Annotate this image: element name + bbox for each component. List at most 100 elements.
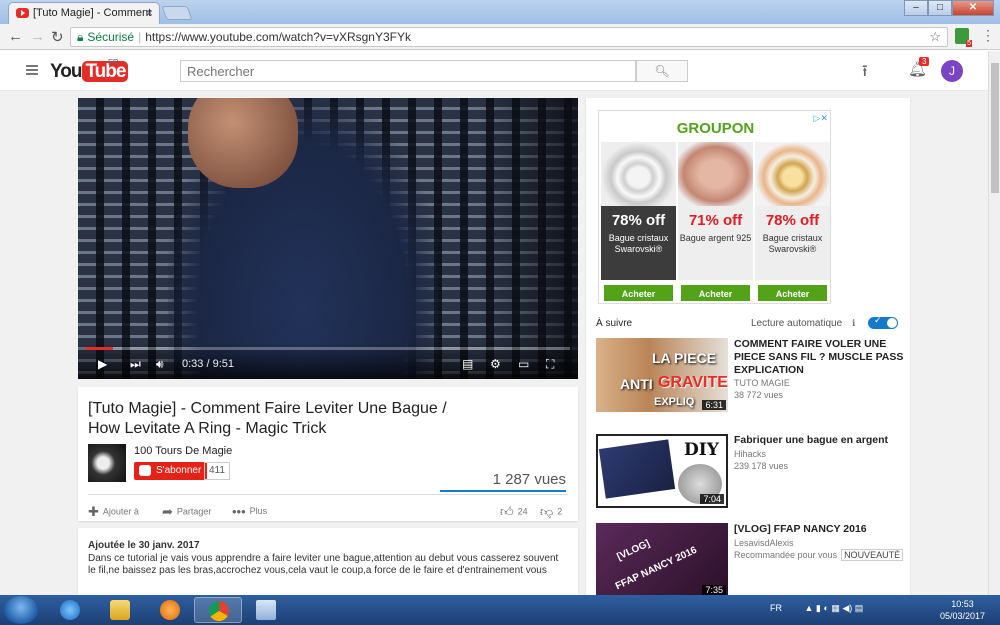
channel-avatar[interactable] (88, 444, 126, 482)
thumbs-down-icon: 👎︎ (540, 504, 554, 519)
theater-mode-icon[interactable]: ▭ (518, 357, 529, 371)
tab-title: [Tuto Magie] - Comment (33, 7, 152, 19)
region-code: FR (108, 58, 119, 67)
tab-close-icon[interactable]: × (146, 6, 153, 20)
ad-product[interactable]: 71% off Bague argent 925 Acheter (678, 142, 753, 302)
start-button[interactable] (4, 596, 38, 624)
video-thumbnail[interactable]: DIY 7:04 (596, 434, 728, 508)
back-arrow-icon[interactable]: ← (8, 28, 23, 45)
ad-product-name: Bague cristaux Swarovski® (608, 233, 669, 254)
dislike-button[interactable]: 👎︎ 2 (540, 504, 562, 520)
bookmark-star-icon[interactable]: ☆ (929, 28, 941, 46)
browser-tab[interactable]: [Tuto Magie] - Comment × (8, 2, 160, 24)
progress-fill (86, 347, 114, 350)
taskbar-window[interactable] (242, 597, 290, 623)
ad-product-name: Bague cristaux Swarovski® (762, 233, 823, 254)
media-player-icon (160, 600, 180, 620)
info-icon[interactable]: ℹ (852, 318, 855, 329)
system-clock[interactable]: 10:53 05/03/2017 (940, 598, 985, 622)
windows-taskbar: FR ▲ ▮ ◐ ▦ ◀) ▤ 10:53 05/03/2017 (0, 595, 1000, 625)
related-video[interactable]: DIY 7:04 Fabriquer une bague en argent H… (596, 434, 906, 510)
check-icon: ✓ (874, 315, 882, 325)
thumbs-up-icon: 👍︎ (500, 504, 514, 519)
youtube-page: You Tube FR Rechercher 🔍︎ ⭱ 🔔︎ 3 J ▶ ⏭︎ 🔊… (0, 51, 988, 595)
autoplay-toggle[interactable]: ✓ (868, 315, 898, 329)
related-video[interactable]: [VLOG] FFAP NANCY 2016 7:35 [VLOG] FFAP … (596, 523, 906, 595)
youtube-logo[interactable]: You Tube FR (50, 58, 129, 83)
up-next-heading: À suivre (596, 318, 633, 329)
subscribe-button[interactable]: S'abonner (134, 462, 208, 480)
buy-button[interactable]: Acheter (680, 284, 751, 302)
description-text: Dans ce tutorial je vais vous apprendre … (88, 553, 559, 576)
ad-product-name: Bague argent 925 (679, 233, 752, 243)
window-close-button[interactable]: ✕ (952, 0, 994, 16)
new-badge: NOUVEAUTÉ (841, 549, 904, 561)
settings-gear-icon[interactable]: ⚙ (490, 357, 501, 371)
more-button[interactable]: ••• Plus (232, 504, 267, 519)
video-title: [Tuto Magie] - Comment Faire Leviter Une… (88, 400, 447, 437)
video-info-card: [Tuto Magie] - Comment Faire Leviter Une… (78, 387, 578, 521)
share-button[interactable]: ➦ Partager (162, 504, 211, 520)
extension-icon[interactable] (955, 28, 973, 47)
ad-discount: 78% off (765, 212, 820, 229)
ad-product[interactable]: 78% off Bague cristaux Swarovski® Achete… (601, 142, 676, 302)
search-button[interactable]: 🔍︎ (636, 60, 688, 82)
folder-icon (110, 600, 130, 620)
reload-icon[interactable]: ↻ (51, 28, 64, 46)
new-tab-button[interactable] (161, 6, 193, 20)
upload-icon[interactable]: ⭱ (862, 60, 868, 87)
related-title[interactable]: [VLOG] FFAP NANCY 2016 (734, 523, 904, 536)
clock-time: 10:53 (951, 599, 974, 609)
view-count: 1 287 vues (492, 471, 566, 488)
ring-image (755, 142, 830, 206)
maximize-button[interactable]: □ (928, 0, 952, 16)
subtitles-icon[interactable]: ▤ (462, 357, 473, 371)
avatar[interactable]: J (941, 60, 963, 82)
video-thumbnail[interactable]: [VLOG] FFAP NANCY 2016 7:35 (596, 523, 728, 595)
plus-icon: ✚ (88, 504, 99, 519)
related-title[interactable]: Fabriquer une bague en argent (734, 434, 904, 447)
page-scrollbar[interactable] (988, 51, 1000, 595)
ad-discount: 71% off (688, 212, 743, 229)
search-input[interactable]: Rechercher (180, 60, 636, 82)
video-player[interactable]: ▶ ⏭︎ 🔊︎ 0:33 / 9:51 ▤ ⚙ ▭ ⛶ (78, 98, 578, 379)
publish-date: Ajoutée le 30 janv. 2017 (88, 540, 200, 551)
window-icon (256, 600, 276, 620)
taskbar-chrome[interactable] (194, 597, 242, 623)
related-video[interactable]: LA PIECE ANTI GRAVITE EXPLIQ 6:31 COMMEN… (596, 338, 906, 414)
buy-button[interactable]: Acheter (603, 284, 674, 302)
forward-arrow-icon[interactable]: → (30, 28, 45, 45)
search-icon: 🔍︎ (654, 64, 670, 78)
taskbar-explorer[interactable] (96, 597, 144, 623)
progress-bar[interactable] (86, 347, 570, 350)
like-button[interactable]: 👍︎ 24 (500, 504, 528, 520)
channel-name[interactable]: 100 Tours De Magie (134, 445, 232, 457)
play-icon[interactable]: ▶ (98, 357, 107, 371)
address-bar[interactable]: 🔒︎ Sécurisé | https://www.youtube.com/watch… (70, 27, 948, 47)
subscriber-count: 411 (204, 462, 230, 480)
buy-button[interactable]: Acheter (757, 284, 828, 302)
tray-icons[interactable]: ▲ ▮ ◐ ▦ ◀) ▤ (805, 603, 864, 613)
taskbar-ie[interactable] (46, 597, 94, 623)
volume-icon[interactable]: 🔊︎ (156, 357, 164, 372)
minimize-button[interactable]: ‒ (904, 0, 928, 16)
fullscreen-icon[interactable]: ⛶ (546, 357, 554, 372)
duration-badge: 7:04 (700, 494, 724, 504)
video-thumbnail[interactable]: LA PIECE ANTI GRAVITE EXPLIQ 6:31 (596, 338, 728, 412)
ad-discount: 78% off (611, 212, 666, 229)
ad-brand: GROUPON (676, 120, 755, 137)
browser-titlebar: [Tuto Magie] - Comment × ‒ □ ✕ (0, 0, 1000, 24)
youtube-favicon-icon (16, 8, 29, 18)
add-to-button[interactable]: ✚ Ajouter à (88, 504, 139, 520)
related-title[interactable]: COMMENT FAIRE VOLER UNE PIECE SANS FIL ?… (734, 338, 904, 377)
taskbar-media-player[interactable] (146, 597, 194, 623)
more-dots-icon: ••• (232, 504, 246, 519)
scrollbar-thumb[interactable] (991, 63, 999, 193)
browser-menu-icon[interactable]: ⋮ (981, 27, 995, 44)
groupon-ad[interactable]: ▷✕ GROUPON 78% off Bague cristaux Swarov… (598, 110, 831, 304)
language-indicator[interactable]: FR (770, 603, 782, 613)
player-time: 0:33 / 9:51 (182, 358, 234, 370)
next-icon[interactable]: ⏭︎ (130, 357, 141, 372)
ad-product[interactable]: 78% off Bague cristaux Swarovski® Achete… (755, 142, 830, 302)
guide-menu-icon[interactable] (26, 65, 38, 75)
